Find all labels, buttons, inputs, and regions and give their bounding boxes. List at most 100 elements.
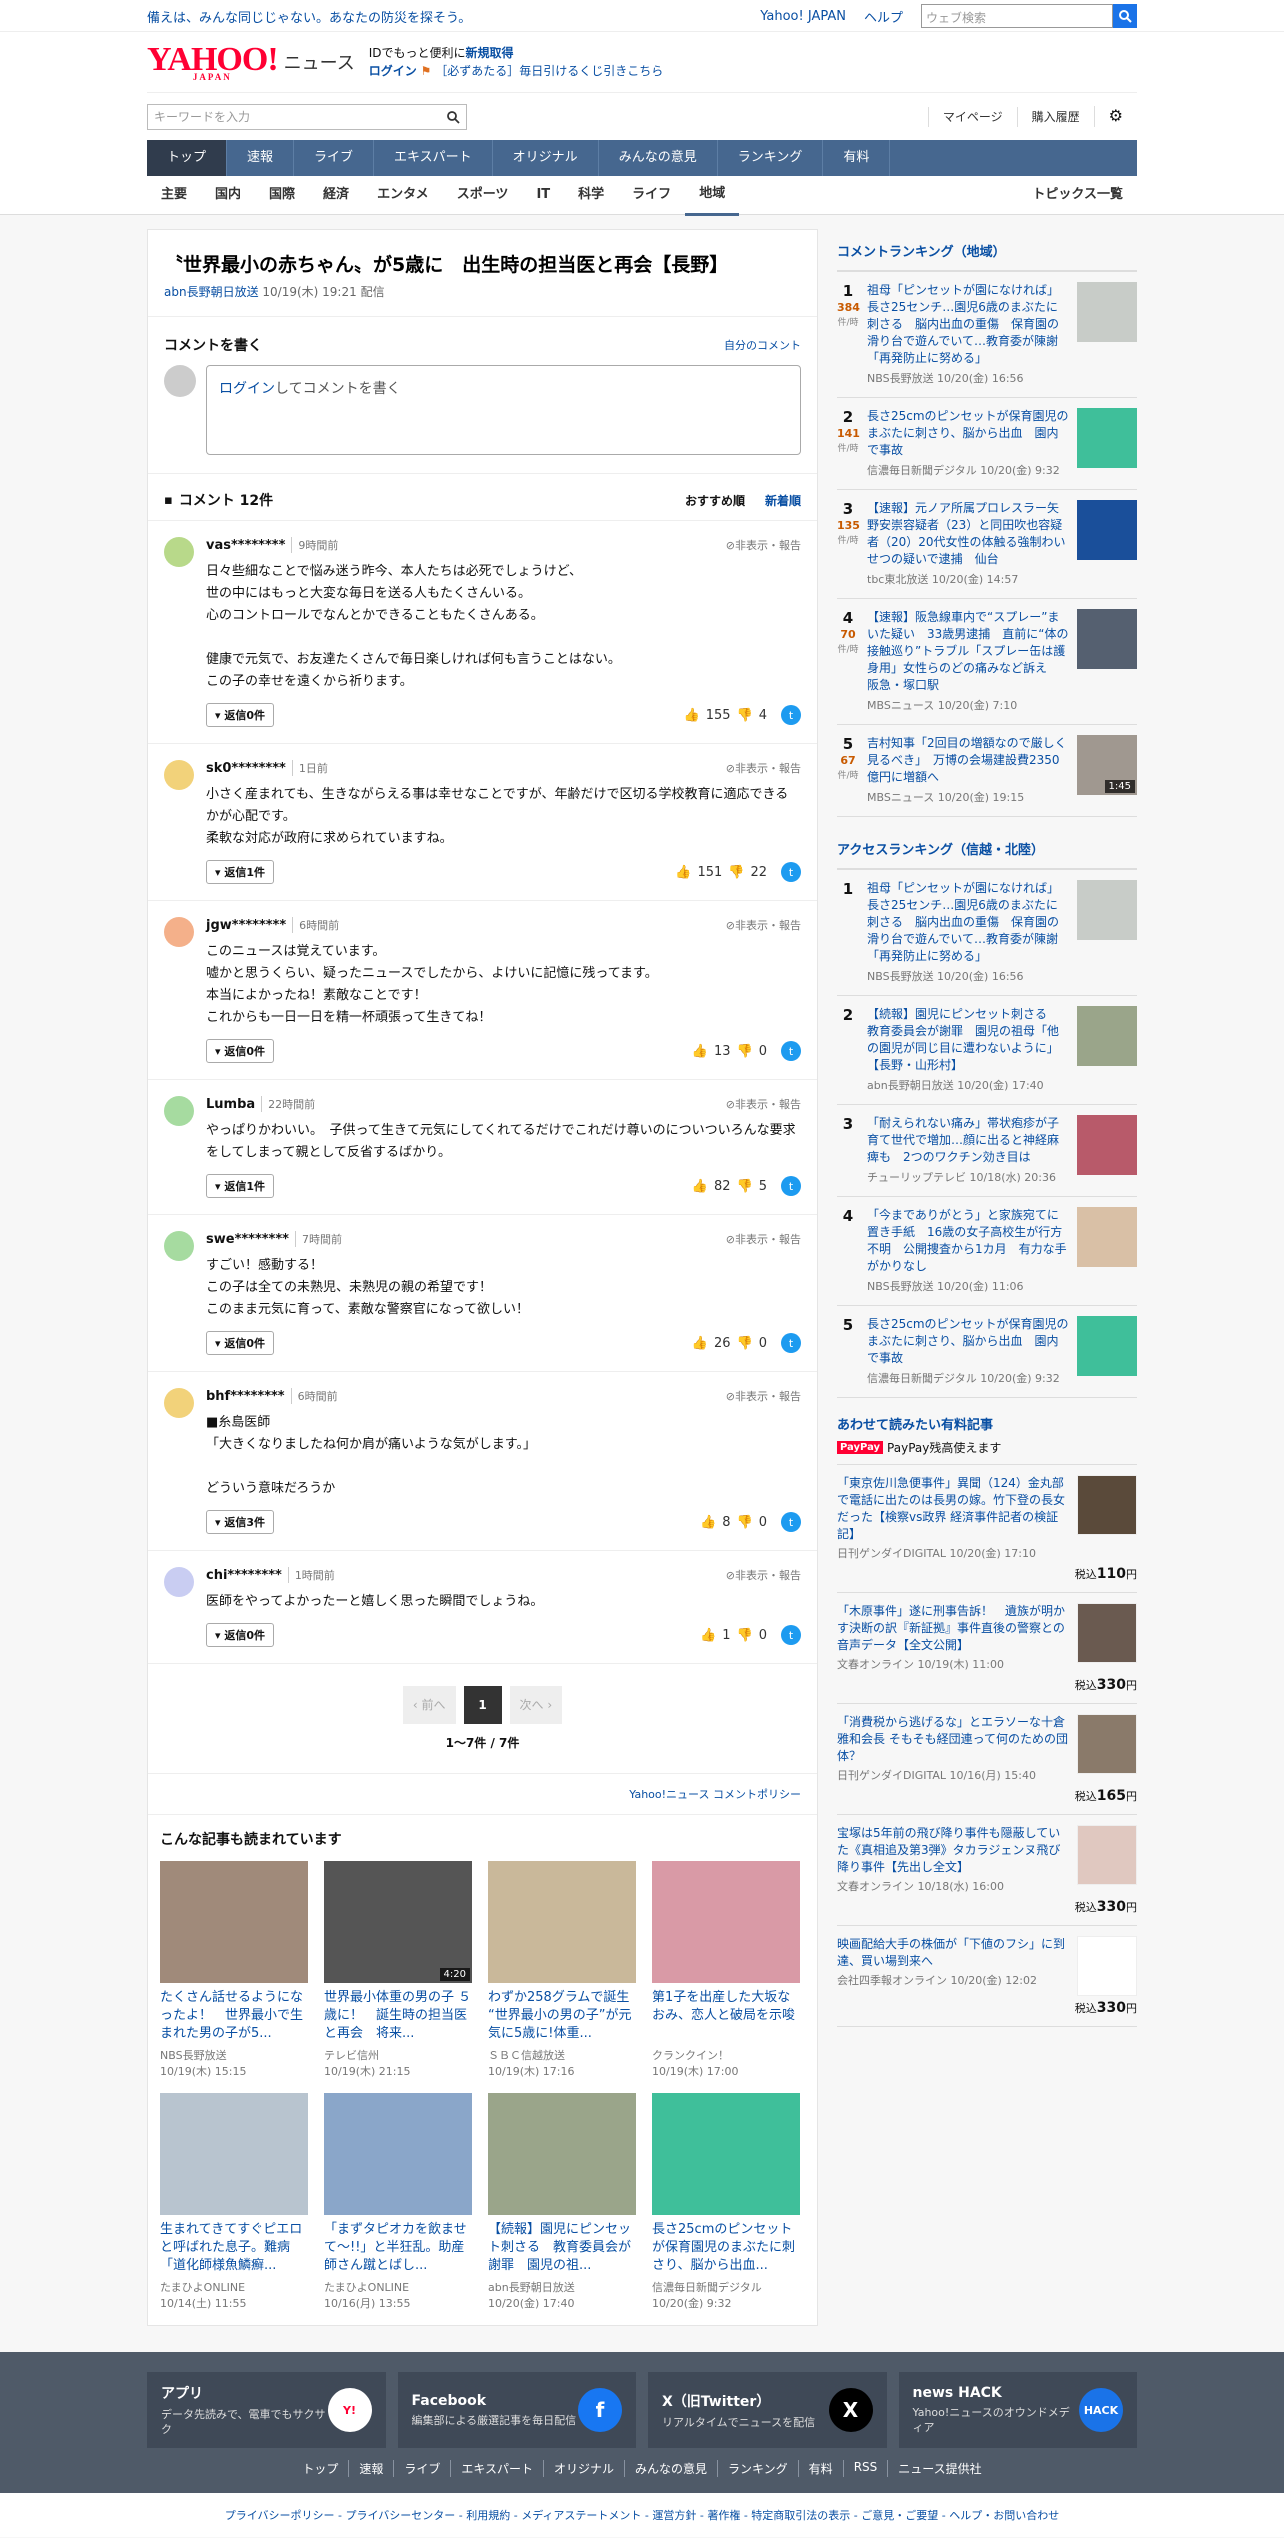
access-ranking-item[interactable]: 1 祖母「ピンセットが園になければ」長さ25センチ…園児6歳のまぶたに刺さる 脳内… [837, 870, 1137, 996]
access-ranking-item[interactable]: 3 「耐えられない痛み」帯状疱疹が子育て世代で増加…顔に出ると神経麻痺も 2つのワ… [837, 1105, 1137, 1197]
recommended-title[interactable]: わずか258グラムで誕生 “世界最小の男の子”が元気に5歳に!体重... [488, 1989, 636, 2043]
paid-article-item[interactable]: 「木原事件」遂に刑事告訴！ 遺族が明かす決断の訳『新証拠』事件直後の警察との音声… [837, 1593, 1137, 1704]
thumbs-down-icon[interactable]: 👎 [737, 1336, 753, 1351]
recommended-thumbnail[interactable] [652, 1861, 800, 1983]
footer-nav-item[interactable]: エキスパート [451, 2460, 544, 2477]
ranking-title[interactable]: 祖母「ピンセットが園になければ」長さ25センチ…園児6歳のまぶたに刺さる 脳内出… [867, 283, 1059, 365]
hide-report-link[interactable]: ⊘非表示・報告 [726, 917, 801, 933]
recommended-title[interactable]: たくさん話せるようになったよ！ 世界最小で生まれた男の子が5... [160, 1989, 308, 2043]
footer-nav-item[interactable]: ライブ [394, 2460, 452, 2477]
nav-expert[interactable]: エキスパート [374, 140, 493, 176]
paid-article-thumbnail[interactable] [1077, 1825, 1137, 1885]
paid-article-item[interactable]: 宝塚は5年前の飛び降り事件も隠蔽していた《真相追及第3弾》タカラジェンヌ飛び降り… [837, 1815, 1137, 1926]
access-ranking-item[interactable]: 4 「今までありがとう」と家族宛てに置き手紙 16歳の女子高校生が行方不明 公開捜… [837, 1197, 1137, 1306]
reply-button[interactable]: ▾ 返信1件 [206, 860, 275, 884]
paid-article-thumbnail[interactable] [1077, 1714, 1137, 1774]
thumbs-down-icon[interactable]: 👎 [737, 708, 753, 723]
thumbs-up-icon[interactable]: 👍 [692, 1179, 708, 1194]
next-page-button[interactable]: 次へ › [509, 1686, 563, 1724]
recommended-thumbnail[interactable] [652, 2093, 800, 2215]
reply-button[interactable]: ▾ 返信1件 [206, 1174, 275, 1198]
recommended-title[interactable]: 生まれてきてすぐピエロと呼ばれた息子。難病「道化師様魚鱗癬... [160, 2221, 308, 2275]
footer-promo-box[interactable]: Facebook 編集部による厳選記事を毎日配信 f [397, 2372, 636, 2448]
subnav-science[interactable]: 科学 [564, 176, 618, 214]
subnav-sports[interactable]: スポーツ [443, 176, 523, 214]
web-search-input[interactable]: ウェブ検索 [921, 4, 1113, 28]
nav-original[interactable]: オリジナル [493, 140, 599, 176]
ranking-thumbnail[interactable] [1077, 1316, 1137, 1376]
thumbs-up-icon[interactable]: 👍 [675, 865, 691, 880]
footer-promo-box[interactable]: news HACK Yahoo!ニュースのオウンドメディア HACK [898, 2372, 1137, 2448]
recommended-card[interactable]: 生まれてきてすぐピエロと呼ばれた息子。難病「道化師様魚鱗癬... たまひよONLI… [160, 2093, 308, 2311]
thumbs-down-icon[interactable]: 👎 [737, 1179, 753, 1194]
paid-article-title[interactable]: 映画配給大手の株価が「下値のフシ」に到達、買い場到来へ [837, 1937, 1065, 1968]
nav-live[interactable]: ライブ [294, 140, 375, 176]
hide-report-link[interactable]: ⊘非表示・報告 [726, 1231, 801, 1247]
reply-button[interactable]: ▾ 返信0件 [206, 703, 275, 727]
comment-policy-link[interactable]: Yahoo!ニュース コメントポリシー [629, 1788, 801, 1801]
recommended-card[interactable]: 【続報】園児にピンセット刺さる 教育委員会が謝罪 園児の祖... abn長野朝日放… [488, 2093, 636, 2311]
mypage-link[interactable]: マイページ [943, 110, 1003, 124]
search-icon[interactable] [446, 110, 460, 124]
paid-article-thumbnail[interactable] [1077, 1936, 1137, 1996]
footer-nav-item[interactable]: RSS [844, 2460, 889, 2477]
subnav-it[interactable]: IT [522, 176, 564, 214]
footer-promo-box[interactable]: アプリ データ先読みで、電車でもサクサク Y! [147, 2372, 386, 2448]
ranking-thumbnail[interactable] [1077, 1115, 1137, 1175]
paid-article-title[interactable]: 「東京佐川急便事件」異聞（124）金丸部で電話に出たのは長男の嫁。竹下登の長女だ… [837, 1476, 1065, 1541]
ranking-thumbnail[interactable] [1077, 408, 1137, 468]
twitter-share-icon[interactable]: t [781, 705, 801, 725]
disaster-banner-link[interactable]: 備えは、みんな同じじゃない。あなたの防災を探そう。 [147, 7, 760, 26]
footer-nav-item[interactable]: ランキング [718, 2460, 799, 2477]
ranking-thumbnail[interactable] [1077, 500, 1137, 560]
twitter-share-icon[interactable]: t [781, 862, 801, 882]
reply-button[interactable]: ▾ 返信0件 [206, 1039, 275, 1063]
signup-link[interactable]: 新規取得 [466, 46, 514, 60]
recommended-title[interactable]: 第1子を出産した大坂なおみ、恋人と破局を示唆 [652, 1989, 800, 2043]
access-ranking-item[interactable]: 5 長さ25cmのピンセットが保育園児のまぶたに刺さり、脳から出血 園内で事故 信濃… [837, 1306, 1137, 1398]
paid-article-title[interactable]: 「消費税から逃げるな」とエラソーな十倉雅和会長 そもそも経団連って何のための団体… [837, 1715, 1068, 1763]
yahoo-japan-link[interactable]: Yahoo! JAPAN [760, 9, 846, 24]
thumbs-down-icon[interactable]: 👎 [737, 1044, 753, 1059]
nav-ranking[interactable]: ランキング [718, 140, 824, 176]
ranking-title[interactable]: 【続報】園児にピンセット刺さる 教育委員会が謝罪 園児の祖母「他の園児が同じ目に… [867, 1007, 1059, 1072]
comment-ranking-item[interactable]: 5 67 件/時 吉村知事「2回目の増額なので厳しく見るべき」 万博の会場建設費235… [837, 725, 1137, 817]
recommended-title[interactable]: 「まずタピオカを飲ませて〜!!」と半狂乱。助産師さん蹴とばし... [324, 2221, 472, 2275]
ranking-title[interactable]: 「今までありがとう」と家族宛てに置き手紙 16歳の女子高校生が行方不明 公開捜査… [867, 1208, 1067, 1273]
nav-opinion[interactable]: みんなの意見 [599, 140, 718, 176]
lottery-link[interactable]: ［必ずあたる］毎日引けるくじ引きこちら [435, 64, 663, 78]
legal-links[interactable]: プライバシーポリシー - プライバシーセンター - 利用規約 - メディアステー… [0, 2493, 1284, 2537]
twitter-share-icon[interactable]: t [781, 1041, 801, 1061]
thumbs-down-icon[interactable]: 👎 [737, 1515, 753, 1530]
footer-nav-item[interactable]: オリジナル [544, 2460, 626, 2477]
twitter-share-icon[interactable]: t [781, 1512, 801, 1532]
comment-user[interactable]: Lumba [206, 1097, 255, 1112]
recommended-card[interactable]: 第1子を出産した大坂なおみ、恋人と破局を示唆 クランクイン！ 10/19(木) 17… [652, 1861, 800, 2079]
hide-report-link[interactable]: ⊘非表示・報告 [726, 537, 801, 553]
comment-ranking-item[interactable]: 2 141 件/時 長さ25cmのピンセットが保育園児のまぶたに刺さり、脳から出血 園… [837, 398, 1137, 490]
recommended-card[interactable]: わずか258グラムで誕生 “世界最小の男の子”が元気に5歳に!体重... ＳＢＣ信… [488, 1861, 636, 2079]
thumbs-up-icon[interactable]: 👍 [692, 1336, 708, 1351]
reply-button[interactable]: ▾ 返信3件 [206, 1510, 275, 1534]
keyword-search-input[interactable]: キーワードを入力 [147, 103, 467, 130]
ranking-title[interactable]: 「耐えられない痛み」帯状疱疹が子育て世代で増加…顔に出ると神経麻痺も 2つのワク… [867, 1116, 1059, 1164]
nav-paid[interactable]: 有料 [823, 140, 891, 176]
footer-nav-item[interactable]: 有料 [799, 2460, 844, 2477]
hide-report-link[interactable]: ⊘非表示・報告 [726, 1388, 801, 1404]
recommended-title[interactable]: 世界最小体重の男の子 ５歳に！ 誕生時の担当医と再会 将来... [324, 1989, 472, 2043]
recommended-title[interactable]: 【続報】園児にピンセット刺さる 教育委員会が謝罪 園児の祖... [488, 2221, 636, 2275]
recommended-card[interactable]: 4:20 世界最小体重の男の子 ５歳に！ 誕生時の担当医と再会 将来... テレビ信… [324, 1861, 472, 2079]
reply-button[interactable]: ▾ 返信0件 [206, 1623, 275, 1647]
paid-article-thumbnail[interactable] [1077, 1475, 1137, 1535]
access-ranking-item[interactable]: 2 【続報】園児にピンセット刺さる 教育委員会が謝罪 園児の祖母「他の園児が同じ目… [837, 996, 1137, 1105]
subnav-world[interactable]: 国際 [255, 176, 309, 214]
subnav-main[interactable]: 主要 [147, 176, 201, 214]
comment-user[interactable]: bhf******** [206, 1389, 285, 1404]
hide-report-link[interactable]: ⊘非表示・報告 [726, 1567, 801, 1583]
recommended-thumbnail[interactable] [160, 1861, 308, 1983]
recommended-thumbnail[interactable] [488, 2093, 636, 2215]
paid-article-item[interactable]: 「消費税から逃げるな」とエラソーな十倉雅和会長 そもそも経団連って何のための団体… [837, 1704, 1137, 1815]
help-link[interactable]: ヘルプ [864, 7, 903, 26]
hide-report-link[interactable]: ⊘非表示・報告 [726, 1096, 801, 1112]
recommended-card[interactable]: 長さ25cmのピンセットが保育園児のまぶたに刺さり、脳から出血... 信濃毎日新聞… [652, 2093, 800, 2311]
